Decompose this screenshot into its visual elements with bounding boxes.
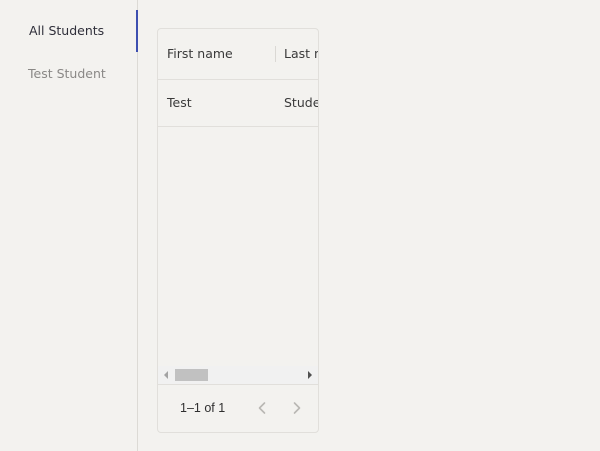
- column-separator[interactable]: [275, 46, 276, 62]
- next-page-button[interactable]: [285, 396, 309, 420]
- scroll-right-arrow-icon[interactable]: [308, 371, 312, 379]
- chevron-right-icon: [293, 402, 301, 414]
- grid-footer-pagination: 1–1 of 1: [158, 384, 318, 432]
- horizontal-scrollbar[interactable]: [158, 366, 318, 384]
- students-data-grid: First name Last name Test Student 1–1 of…: [157, 28, 319, 433]
- chevron-left-icon: [258, 402, 266, 414]
- table-row[interactable]: Test Student: [158, 80, 318, 127]
- sidebar-item-label: Test Student: [28, 66, 106, 81]
- sidebar: All Students Test Student: [0, 0, 138, 451]
- grid-header-row: First name Last name: [158, 29, 318, 80]
- column-header-first-name[interactable]: First name: [167, 29, 233, 79]
- sidebar-item-test-student[interactable]: Test Student: [0, 53, 138, 95]
- cell-first-name[interactable]: Test: [167, 80, 192, 126]
- previous-page-button[interactable]: [250, 396, 274, 420]
- sidebar-item-all-students[interactable]: All Students: [0, 10, 138, 52]
- cell-last-name[interactable]: Student: [284, 80, 318, 126]
- sidebar-item-label: All Students: [29, 23, 105, 38]
- scrollbar-thumb[interactable]: [175, 369, 208, 381]
- app-root: All Students Test Student First name Las…: [0, 0, 600, 451]
- scroll-left-arrow-icon[interactable]: [164, 371, 168, 379]
- column-header-last-name[interactable]: Last name: [284, 29, 318, 79]
- pagination-info: 1–1 of 1: [180, 401, 226, 415]
